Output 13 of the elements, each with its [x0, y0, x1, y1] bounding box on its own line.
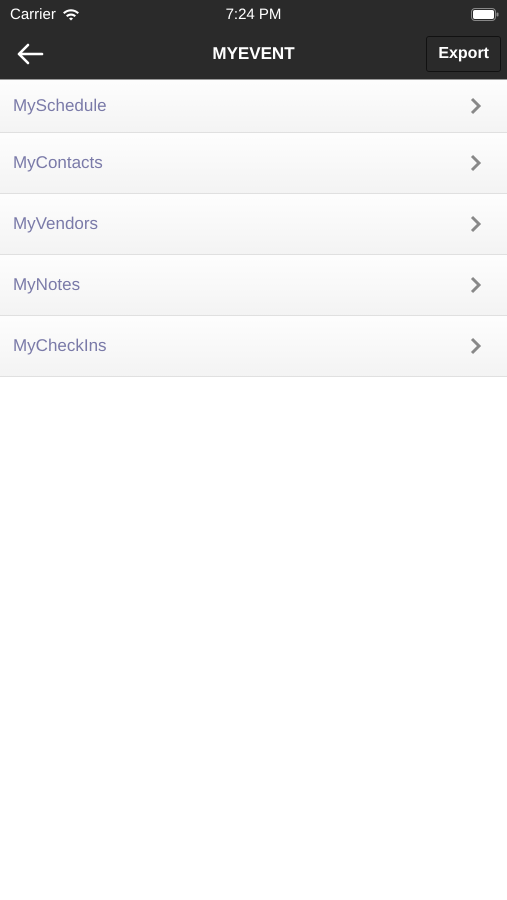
back-button[interactable] [16, 42, 44, 64]
chevron-icon [470, 215, 482, 233]
wifi-icon [62, 8, 80, 20]
chevron-icon [470, 97, 482, 115]
screen-title: MYEVENT [212, 44, 295, 64]
chevron-icon [470, 154, 482, 172]
battery-icon [471, 8, 499, 20]
chevron-icon [470, 337, 482, 355]
chevron-icon [470, 276, 482, 294]
export-button[interactable]: Export [426, 36, 501, 72]
carrier-label: Carrier [10, 6, 56, 22]
back-arrow-icon [16, 42, 44, 64]
status-time: 7:24 PM [226, 6, 282, 22]
